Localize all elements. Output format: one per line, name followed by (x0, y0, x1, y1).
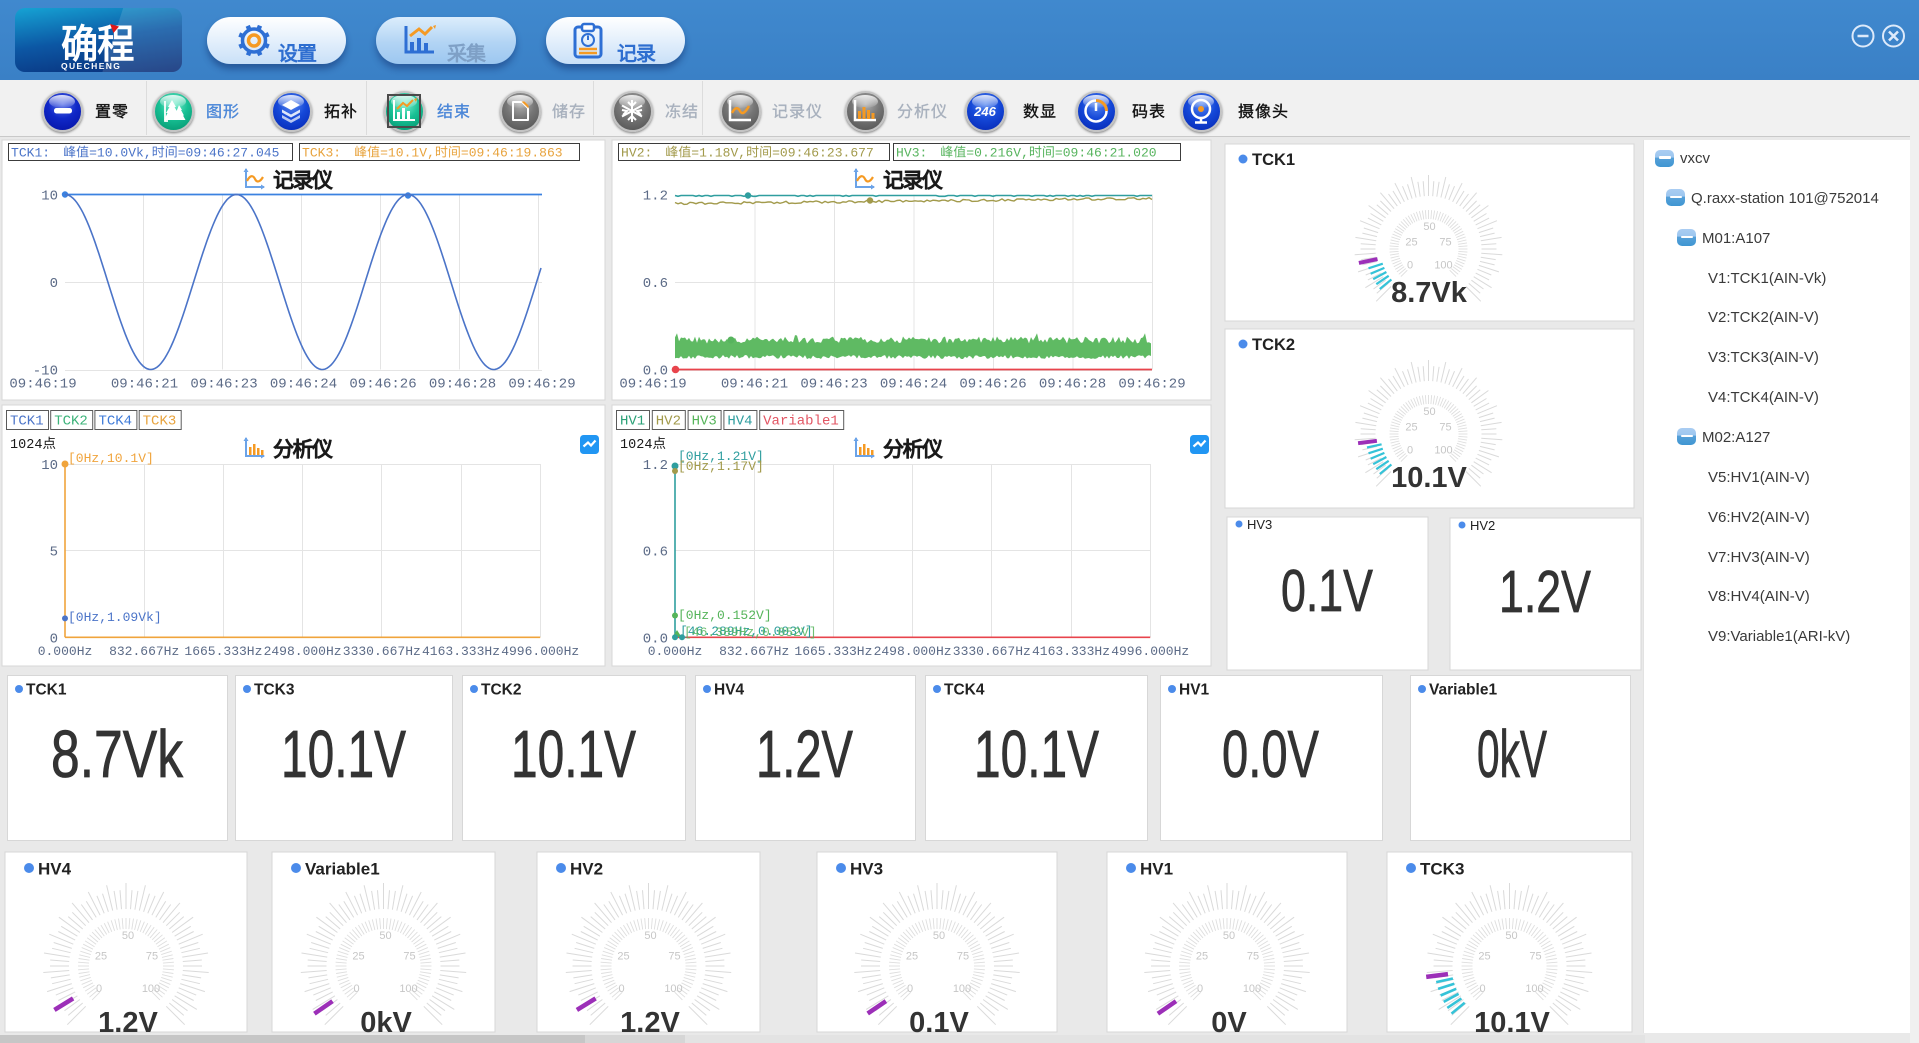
svg-text:8.7Vk: 8.7Vk (1391, 277, 1468, 309)
svg-text:TCK4: TCK4 (944, 682, 985, 699)
svg-text:10.1V: 10.1V (974, 717, 1099, 792)
svg-text:TCK2: TCK2 (481, 682, 521, 699)
svg-text:50: 50 (122, 930, 134, 942)
svg-text:75: 75 (1439, 422, 1451, 434)
svg-text:0: 0 (1479, 983, 1485, 995)
svg-text:0: 0 (618, 983, 624, 995)
svg-text:10.1V: 10.1V (511, 717, 636, 792)
svg-text:100: 100 (1525, 983, 1543, 995)
svg-text:100: 100 (1243, 983, 1261, 995)
svg-text:50: 50 (1223, 930, 1235, 942)
svg-text:50: 50 (379, 930, 391, 942)
svg-text:50: 50 (644, 930, 656, 942)
svg-text:0: 0 (96, 983, 102, 995)
svg-text:TCK3: TCK3 (254, 682, 295, 699)
svg-text:25: 25 (1478, 951, 1490, 963)
svg-text:1.2V: 1.2V (756, 717, 853, 792)
svg-text:Variable1: Variable1 (1429, 682, 1497, 699)
svg-text:0: 0 (907, 983, 913, 995)
svg-text:75: 75 (1439, 237, 1451, 249)
svg-text:HV1: HV1 (1140, 860, 1173, 879)
svg-text:100: 100 (953, 983, 971, 995)
svg-text:75: 75 (1529, 951, 1541, 963)
svg-text:75: 75 (146, 951, 158, 963)
svg-text:100: 100 (1434, 260, 1452, 272)
svg-text:0.0V: 0.0V (1222, 717, 1319, 792)
svg-text:25: 25 (95, 951, 107, 963)
svg-text:HV4: HV4 (38, 860, 72, 879)
svg-text:25: 25 (617, 951, 629, 963)
svg-text:75: 75 (957, 951, 969, 963)
svg-text:100: 100 (1434, 445, 1452, 457)
svg-text:50: 50 (1423, 406, 1435, 418)
svg-text:Variable1: Variable1 (305, 860, 380, 879)
svg-text:50: 50 (1423, 221, 1435, 233)
svg-text:0: 0 (1407, 445, 1413, 457)
svg-text:25: 25 (352, 951, 364, 963)
svg-text:25: 25 (1405, 422, 1417, 434)
svg-text:TCK3: TCK3 (1420, 860, 1464, 879)
svg-text:75: 75 (403, 951, 415, 963)
svg-text:25: 25 (1196, 951, 1208, 963)
svg-text:25: 25 (906, 951, 918, 963)
svg-text:100: 100 (399, 983, 417, 995)
svg-text:HV4: HV4 (714, 682, 745, 699)
svg-text:0: 0 (1407, 260, 1413, 272)
svg-text:100: 100 (664, 983, 682, 995)
svg-text:HV2: HV2 (570, 860, 603, 879)
svg-text:25: 25 (1405, 237, 1417, 249)
svg-text:0: 0 (353, 983, 359, 995)
svg-text:1.2V: 1.2V (1499, 559, 1591, 625)
svg-text:HV2: HV2 (1470, 518, 1495, 533)
svg-text:100: 100 (142, 983, 160, 995)
svg-text:TCK1: TCK1 (1252, 151, 1295, 169)
svg-text:75: 75 (1247, 951, 1259, 963)
svg-text:HV1: HV1 (1179, 682, 1210, 699)
svg-text:0kV: 0kV (1477, 717, 1547, 792)
svg-text:10.1V: 10.1V (281, 717, 406, 792)
svg-text:HV3: HV3 (1247, 517, 1272, 532)
svg-text:75: 75 (668, 951, 680, 963)
svg-text:0: 0 (1197, 983, 1203, 995)
svg-text:50: 50 (933, 930, 945, 942)
svg-text:8.7Vk: 8.7Vk (51, 717, 183, 792)
svg-text:10.1V: 10.1V (1391, 462, 1467, 494)
svg-text:TCK2: TCK2 (1252, 336, 1295, 354)
svg-text:HV3: HV3 (850, 860, 883, 879)
svg-text:TCK1: TCK1 (26, 682, 67, 699)
svg-text:50: 50 (1505, 930, 1517, 942)
svg-text:0.1V: 0.1V (1281, 558, 1373, 624)
